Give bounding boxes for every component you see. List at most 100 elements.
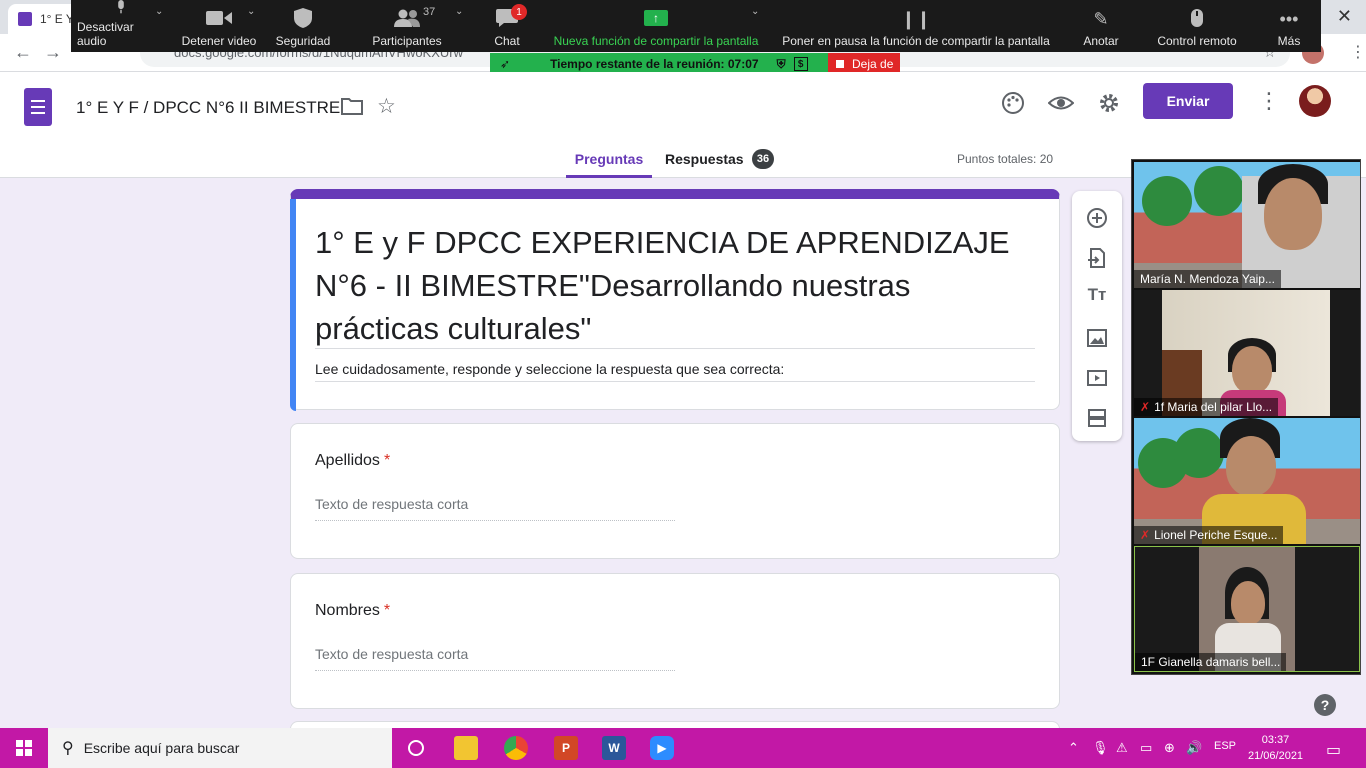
palette-icon[interactable] xyxy=(1000,90,1026,116)
notifications-icon[interactable]: ▭ xyxy=(1326,740,1341,760)
windows-taskbar: ⚲ Escribe aquí para buscar P W ▶ ⌃ 🎙 ⚠ ▭… xyxy=(0,728,1366,768)
import-questions-icon[interactable] xyxy=(1085,246,1109,270)
participant-name-text: María N. Mendoza Yaip... xyxy=(1140,272,1275,286)
participant-video-tile[interactable]: ✗ Lionel Periche Esque... xyxy=(1134,418,1360,544)
question-side-toolbar: Tт xyxy=(1072,191,1122,441)
zoom-app-icon[interactable]: ▶ xyxy=(650,736,674,760)
microphone-icon xyxy=(118,0,124,14)
tab-responses[interactable]: Respuestas xyxy=(665,151,744,167)
settings-gear-icon[interactable] xyxy=(1096,90,1122,116)
send-button[interactable]: Enviar xyxy=(1143,83,1233,119)
muted-mic-icon: ✗ xyxy=(1140,400,1151,414)
responses-count-badge: 36 xyxy=(752,149,774,169)
stop-video-label: Detener video xyxy=(181,34,257,48)
add-video-icon[interactable] xyxy=(1085,366,1109,390)
participant-name: ✗ Lionel Periche Esque... xyxy=(1134,526,1284,544)
meeting-timer-text: Tiempo restante de la reunión: 07:07 xyxy=(550,57,759,71)
more-button[interactable]: ••• Más xyxy=(1273,0,1305,52)
form-title-card[interactable]: 1° E y F DPCC EXPERIENCIA DE APRENDIZAJE… xyxy=(290,189,1060,411)
chevron-down-icon[interactable]: ⌄ xyxy=(247,6,255,17)
security-button[interactable]: Seguridad xyxy=(267,0,339,52)
participant-video-tile-active[interactable]: 1F Gianella damaris bell... xyxy=(1134,546,1360,672)
participant-video-tile[interactable]: ✗ 1f Maria del pilar Llo... xyxy=(1134,290,1360,416)
shield-icon xyxy=(294,8,312,28)
participant-video-tile[interactable]: María N. Mendoza Yaip... xyxy=(1134,162,1360,288)
folder-icon[interactable] xyxy=(341,97,363,115)
form-title[interactable]: 1° E y F DPCC EXPERIENCIA DE APRENDIZAJE… xyxy=(315,221,1035,350)
short-answer-field[interactable]: Texto de respuesta corta xyxy=(315,646,675,671)
participant-name: ✗ 1f Maria del pilar Llo... xyxy=(1134,398,1279,416)
chat-unread-badge: 1 xyxy=(511,4,527,20)
new-share-screen-label: Nueva función de compartir la pantalla xyxy=(553,34,759,48)
participants-count: 37 xyxy=(423,6,436,18)
language-indicator[interactable]: ESP xyxy=(1214,740,1236,752)
pause-share-button[interactable]: ❙❙ Poner en pausa la función de comparti… xyxy=(780,0,1052,52)
security-label: Seguridad xyxy=(275,34,331,48)
participant-name: María N. Mendoza Yaip... xyxy=(1134,270,1281,288)
participant-name: 1F Gianella damaris bell... xyxy=(1135,653,1287,671)
add-section-icon[interactable] xyxy=(1085,406,1109,430)
document-title[interactable]: 1° E Y F / DPCC N°6 II BIMESTRE xyxy=(76,98,340,118)
taskbar-clock[interactable]: 03:37 21/06/2021 xyxy=(1248,732,1303,764)
stop-video-button[interactable]: ⌄ Detener video xyxy=(179,0,259,52)
tree-decoration xyxy=(1142,176,1192,226)
person-face xyxy=(1231,581,1265,625)
tab-questions[interactable]: Preguntas xyxy=(566,148,652,178)
taskbar-search-box[interactable]: ⚲ Escribe aquí para buscar xyxy=(48,728,392,768)
pause-icon: ❙❙ xyxy=(900,9,932,29)
mute-audio-button[interactable]: ⌄ Desactivar audio xyxy=(77,0,165,52)
tray-microphone-icon[interactable]: 🎙 xyxy=(1092,740,1109,756)
window-close-icon[interactable]: ✕ xyxy=(1337,6,1352,27)
question-card[interactable]: Nombres * Texto de respuesta corta xyxy=(290,573,1060,709)
add-question-icon[interactable] xyxy=(1085,206,1109,230)
tray-network-warning-icon[interactable]: ⚠ xyxy=(1116,740,1128,756)
google-forms-logo-icon[interactable] xyxy=(24,88,52,126)
remote-control-label: Control remoto xyxy=(1157,34,1237,48)
zoom-meeting-controls: ⌄ Desactivar audio ⌄ Detener video Segur… xyxy=(71,0,1321,52)
star-icon[interactable]: ☆ xyxy=(377,94,396,119)
remote-control-button[interactable]: Control remoto xyxy=(1153,0,1241,52)
chrome-menu-icon[interactable]: ⋮ xyxy=(1350,42,1366,62)
windows-start-icon[interactable] xyxy=(16,740,32,756)
powerpoint-icon[interactable]: P xyxy=(554,736,578,760)
question-card[interactable]: Apellidos * Texto de respuesta corta xyxy=(290,423,1060,559)
pencil-icon: ✎ xyxy=(1093,9,1109,29)
user-avatar[interactable] xyxy=(1299,85,1331,117)
chevron-up-icon[interactable]: ⌃ xyxy=(1068,740,1079,756)
task-view-icon[interactable] xyxy=(406,738,426,758)
participants-label: Participantes xyxy=(372,34,442,48)
form-description[interactable]: Lee cuidadosamente, responde y seleccion… xyxy=(315,361,784,377)
file-explorer-icon[interactable] xyxy=(454,736,478,760)
preview-eye-icon[interactable] xyxy=(1048,90,1074,116)
network-icon[interactable]: ⊕ xyxy=(1164,740,1175,756)
participant-name-text: Lionel Periche Esque... xyxy=(1154,528,1278,542)
word-icon[interactable]: W xyxy=(602,736,626,760)
participant-name-text: 1F Gianella damaris bell... xyxy=(1141,655,1281,669)
help-icon[interactable]: ? xyxy=(1314,694,1336,716)
question-title: Apellidos xyxy=(315,452,380,469)
chevron-down-icon[interactable]: ⌄ xyxy=(155,6,163,17)
more-options-icon[interactable]: ⋮ xyxy=(1258,88,1280,114)
chrome-icon[interactable] xyxy=(504,736,528,760)
participants-button[interactable]: 37 ⌄ Participantes xyxy=(367,0,463,52)
participants-icon xyxy=(394,9,420,27)
volume-icon[interactable]: 🔊 xyxy=(1186,740,1202,756)
add-image-icon[interactable] xyxy=(1085,326,1109,350)
chevron-down-icon[interactable]: ⌄ xyxy=(751,6,759,17)
forward-arrow-icon[interactable]: → xyxy=(44,42,62,63)
annotate-button-area[interactable]: ✎ Anotar xyxy=(1077,0,1125,52)
add-title-text-icon[interactable]: Tт xyxy=(1085,285,1109,305)
chevron-down-icon[interactable]: ⌄ xyxy=(455,6,463,17)
tree-decoration xyxy=(1194,166,1244,216)
stop-share-label: Deja de xyxy=(852,57,894,71)
browser-tab-title: 1° E Y xyxy=(40,12,74,26)
new-share-screen-button[interactable]: ↑ Nueva función de compartir la pantalla xyxy=(552,0,760,52)
stop-square-icon xyxy=(836,60,844,68)
question-label: Apellidos * xyxy=(315,452,390,470)
battery-icon[interactable]: ▭ xyxy=(1140,740,1152,756)
back-arrow-icon[interactable]: ← xyxy=(14,42,32,63)
billing-dollar-icon: $ xyxy=(793,57,808,71)
chat-button[interactable]: 1 Chat xyxy=(483,0,531,52)
clock-time: 03:37 xyxy=(1261,734,1290,746)
short-answer-field[interactable]: Texto de respuesta corta xyxy=(315,496,675,521)
